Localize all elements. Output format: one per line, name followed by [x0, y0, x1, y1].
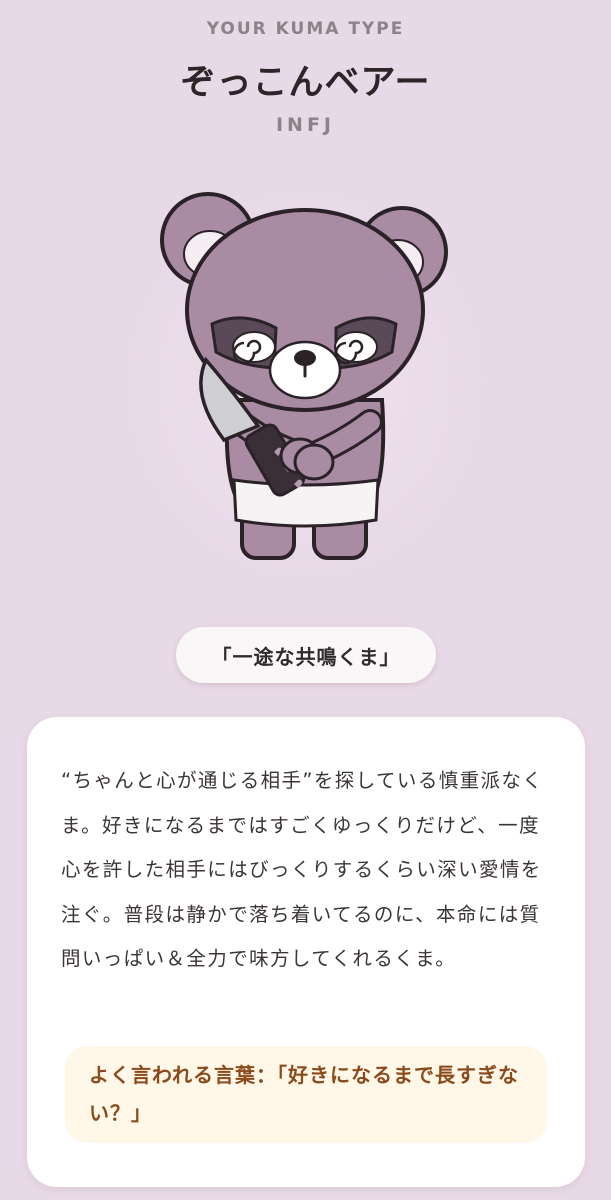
bear-with-knife-icon — [160, 192, 448, 560]
bear-illustration — [150, 190, 460, 580]
saying-text: よく言われる言葉：「好きになるまで長すぎない？」 — [89, 1063, 519, 1125]
type-code: INFJ — [275, 114, 336, 136]
description-card: “ちゃんと心が通じる相手”を探している慎重派なくま。好きになるまではすごくゆっく… — [27, 717, 585, 1187]
tagline-pill: 「一途な共鳴くま」 — [176, 627, 436, 683]
saying-box: よく言われる言葉：「好きになるまで長すぎない？」 — [65, 1046, 547, 1143]
eyebrow-label: YOUR KUMA TYPE — [206, 19, 405, 39]
tagline-text: 「一途な共鳴くま」 — [211, 644, 401, 669]
description-text: “ちゃんと心が通じる相手”を探している慎重派なくま。好きになるまではすごくゆっく… — [61, 769, 544, 970]
type-title: ぞっこんベアー — [180, 63, 431, 103]
